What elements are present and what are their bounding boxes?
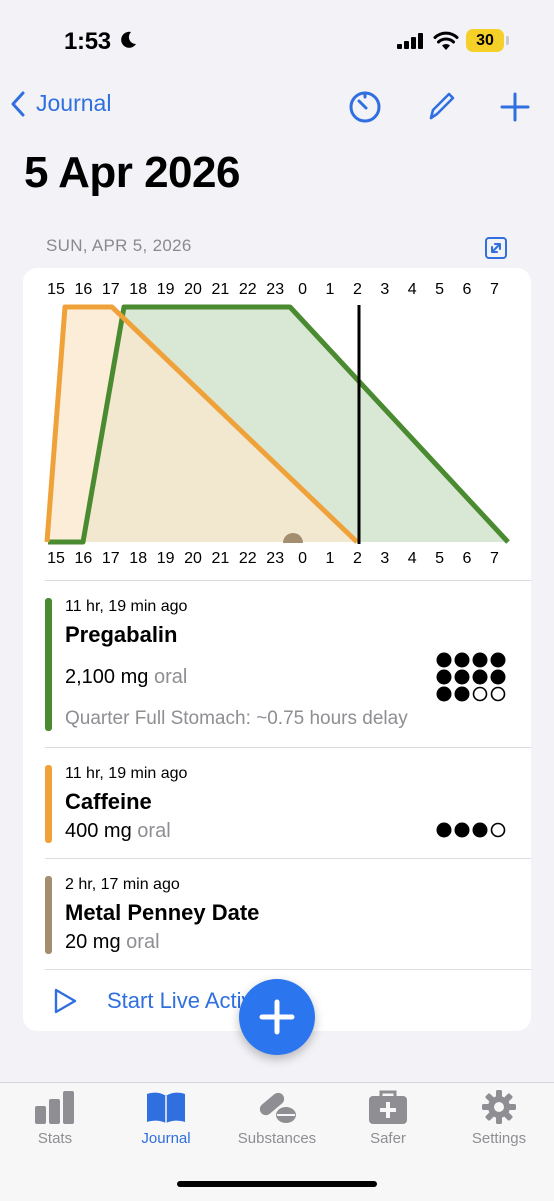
tab-settings[interactable]: Settings bbox=[444, 1090, 554, 1147]
color-bar bbox=[45, 876, 52, 954]
hour-tick-label: 21 bbox=[211, 550, 230, 567]
tab-safer[interactable]: Safer bbox=[333, 1090, 443, 1147]
entry-time-ago: 11 hr, 19 min ago bbox=[65, 765, 188, 782]
hour-tick-label: 0 bbox=[298, 550, 308, 567]
color-bar bbox=[45, 765, 52, 843]
entry-time-ago: 2 hr, 17 min ago bbox=[65, 876, 180, 893]
hour-tick-label: 20 bbox=[184, 550, 202, 567]
book-icon bbox=[147, 1092, 185, 1123]
timeline-axis-bottom: 15 16 17 18 19 20 21 22 23 0 1 2 3 4 5 6 7 bbox=[0, 550, 554, 572]
hour-tick-label: 1 bbox=[325, 550, 335, 567]
hour-tick-label: 7 bbox=[489, 550, 499, 567]
ingestion-entry-pregabalin[interactable]: 11 hr, 19 min ago Pregabalin 2,100 mg or… bbox=[45, 596, 531, 736]
timeline-chart[interactable] bbox=[0, 0, 554, 560]
tab-label: Settings bbox=[471, 1130, 527, 1147]
entry-substance-name: Caffeine bbox=[65, 789, 152, 814]
chart-bar-icon bbox=[35, 1091, 74, 1124]
dose-amount: 400 mg bbox=[65, 820, 132, 842]
hour-tick-label: 5 bbox=[435, 550, 445, 567]
entry-substance-name: Pregabalin bbox=[65, 622, 178, 647]
dose-amount: 2,100 mg bbox=[65, 666, 149, 688]
dose-amount: 20 mg bbox=[65, 931, 121, 953]
divider bbox=[45, 969, 531, 970]
divider bbox=[45, 858, 531, 859]
hour-tick-label: 2 bbox=[352, 550, 362, 567]
tab-label: Substances bbox=[237, 1130, 317, 1147]
ingestion-entry-metal-penney-date[interactable]: 2 hr, 17 min ago Metal Penney Date 20 mg… bbox=[45, 874, 531, 956]
entry-dose: 400 mg oral bbox=[65, 820, 171, 843]
dose-route: oral bbox=[153, 666, 188, 688]
entry-dose: 20 mg oral bbox=[65, 931, 160, 954]
dose-dots bbox=[436, 822, 506, 838]
tab-substances[interactable]: Substances bbox=[222, 1090, 332, 1147]
hour-tick-label: 22 bbox=[238, 550, 257, 567]
plus-icon bbox=[259, 999, 295, 1035]
tab-label: Safer bbox=[370, 1130, 406, 1147]
dose-dots bbox=[436, 652, 506, 702]
hour-tick-label: 23 bbox=[266, 550, 285, 567]
tab-journal[interactable]: Journal bbox=[111, 1090, 221, 1147]
tab-stats[interactable]: Stats bbox=[0, 1090, 110, 1147]
home-indicator bbox=[177, 1181, 377, 1187]
pills-icon bbox=[259, 1092, 296, 1123]
dose-route: oral bbox=[126, 931, 160, 953]
entry-note: Quarter Full Stomach: ~0.75 hours delay bbox=[65, 708, 408, 729]
gear-icon bbox=[482, 1090, 516, 1124]
hour-tick-label: 16 bbox=[74, 550, 93, 567]
medkit-icon bbox=[369, 1090, 407, 1124]
hour-tick-label: 15 bbox=[47, 550, 65, 567]
entry-time-ago: 11 hr, 19 min ago bbox=[65, 598, 188, 615]
tab-label: Stats bbox=[37, 1130, 73, 1147]
dose-route: oral bbox=[137, 820, 171, 842]
divider bbox=[45, 747, 531, 748]
divider bbox=[45, 580, 531, 581]
hour-tick-label: 18 bbox=[129, 550, 148, 567]
hour-tick-label: 6 bbox=[462, 550, 472, 567]
tab-label: Journal bbox=[141, 1130, 191, 1147]
entry-substance-name: Metal Penney Date bbox=[65, 900, 260, 925]
hour-tick-label: 17 bbox=[101, 550, 120, 567]
hour-tick-label: 19 bbox=[156, 550, 175, 567]
ingestion-entry-caffeine[interactable]: 11 hr, 19 min ago Caffeine 400 mg oral bbox=[45, 763, 531, 845]
play-icon bbox=[54, 988, 77, 1014]
color-bar bbox=[45, 598, 52, 731]
add-ingestion-button[interactable] bbox=[239, 979, 315, 1055]
hour-tick-label: 4 bbox=[407, 550, 417, 567]
hour-tick-label: 3 bbox=[380, 550, 390, 567]
entry-dose: 2,100 mg oral bbox=[65, 666, 187, 689]
